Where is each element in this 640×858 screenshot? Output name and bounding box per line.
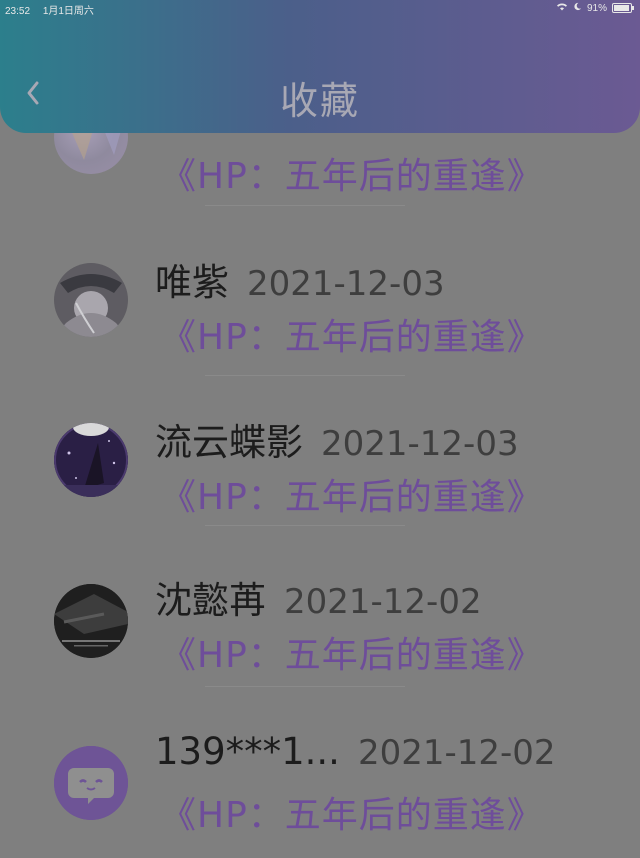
divider (205, 205, 405, 206)
user-name: 唯紫 (155, 261, 229, 304)
divider (205, 686, 405, 687)
moon-icon (573, 2, 582, 14)
status-time: 23:52 (5, 6, 31, 17)
user-name: 流云蝶影 (155, 421, 303, 464)
list-item[interactable]: 139***1... 2021-12-02 《HP：五年后的重逢》 (0, 708, 640, 858)
list-item[interactable]: 唯紫 2021-12-03 《HP：五年后的重逢》 (0, 230, 640, 380)
wifi-icon (556, 2, 568, 14)
post-date: 2021-12-02 (357, 733, 556, 773)
post-date: 2021-12-02 (284, 582, 482, 622)
battery-icon (612, 3, 634, 13)
user-name-row: 沈懿苒 2021-12-02 (155, 570, 482, 624)
avatar (54, 584, 128, 658)
book-title[interactable]: 《HP：五年后的重逢》 (160, 308, 544, 360)
divider (205, 375, 405, 376)
book-title[interactable]: 《HP：五年后的重逢》 (160, 468, 544, 520)
list-item[interactable]: 流云蝶影 2021-12-03 《HP：五年后的重逢》 (0, 390, 640, 540)
book-title[interactable]: 《HP：五年后的重逢》 (160, 786, 544, 838)
book-title[interactable]: 《HP：五年后的重逢》 (160, 147, 544, 199)
list-item[interactable]: 沈懿苒 2021-12-02 《HP：五年后的重逢》 (0, 548, 640, 698)
avatar (54, 263, 128, 337)
post-date: 2021-12-03 (247, 264, 445, 304)
status-bar: 23:52 1月1日周六 91% (0, 0, 640, 17)
avatar (54, 423, 128, 497)
divider (205, 525, 405, 526)
user-name-row: 139***1... 2021-12-02 (155, 730, 556, 773)
page-title: 收藏 (279, 79, 360, 123)
header: 收藏 (0, 0, 640, 133)
status-date: 1月1日周六 (42, 6, 94, 17)
avatar (54, 746, 128, 820)
user-name: 沈懿苒 (155, 579, 266, 622)
user-name-row: 唯紫 2021-12-03 (155, 252, 445, 306)
user-name: 139***1... (155, 730, 340, 773)
battery-percent: 91% (586, 2, 607, 14)
post-date: 2021-12-03 (321, 424, 519, 464)
user-name-row: 流云蝶影 2021-12-03 (155, 412, 519, 466)
book-title[interactable]: 《HP：五年后的重逢》 (160, 626, 544, 678)
